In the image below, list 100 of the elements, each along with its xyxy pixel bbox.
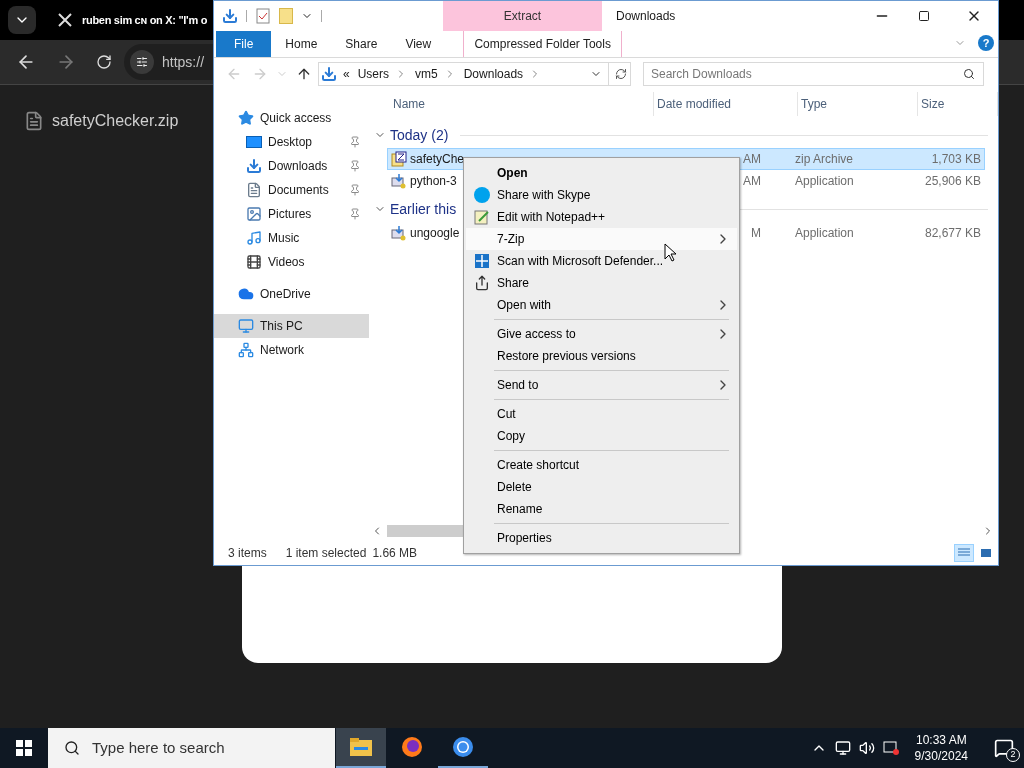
menu-item[interactable]: Create shortcut <box>466 454 737 476</box>
item-count: 3 items <box>228 545 267 562</box>
picture-icon <box>246 206 262 222</box>
menu-item[interactable]: Share <box>466 272 737 294</box>
file-type: Application <box>795 225 855 242</box>
shield-icon <box>473 253 490 269</box>
file-date: AM <box>743 151 761 168</box>
menu-item[interactable]: Properties <box>466 527 737 549</box>
pin-icon <box>349 136 361 148</box>
sidebar-item[interactable]: Network <box>214 338 369 362</box>
column-header[interactable]: Size <box>918 92 998 116</box>
reload-icon[interactable] <box>96 54 112 70</box>
file-name[interactable]: safetyChe <box>410 150 465 168</box>
pin-icon <box>349 208 361 220</box>
refresh-icon[interactable] <box>615 68 627 80</box>
menu-item[interactable]: Send to <box>466 374 737 396</box>
menu-item[interactable]: Restore previous versions <box>466 345 737 367</box>
menu-item[interactable]: Open with <box>466 294 737 316</box>
file-date: AM <box>743 173 761 190</box>
notification-button[interactable]: 2 <box>984 728 1024 768</box>
ribbon-tab[interactable]: View <box>391 31 446 57</box>
menu-item[interactable]: Rename <box>466 498 737 520</box>
pin-icon <box>349 184 361 196</box>
notepad-icon <box>473 209 490 225</box>
group-header[interactable]: Today (2) <box>390 124 449 146</box>
desktop-icon <box>246 136 262 148</box>
sidebar-item[interactable]: OneDrive <box>214 282 369 306</box>
file-name[interactable]: python-3 <box>410 172 457 190</box>
folder-icon <box>349 737 373 757</box>
file-name[interactable]: ungoogle <box>410 224 460 242</box>
sidebar-item[interactable]: Documents <box>214 178 369 202</box>
cloud-icon <box>238 286 254 302</box>
menu-item[interactable]: Cut <box>466 403 737 425</box>
menu-item[interactable]: 7-Zip <box>466 228 737 250</box>
sidebar-item[interactable]: Videos <box>214 250 369 274</box>
sidebar-item[interactable]: This PC <box>214 314 369 338</box>
properties-icon[interactable] <box>255 8 271 24</box>
installer-icon <box>391 225 407 241</box>
sidebar-item[interactable]: Downloads <box>214 154 369 178</box>
tab-list-button[interactable] <box>8 6 36 34</box>
document-icon <box>246 182 262 198</box>
breadcrumb-item[interactable]: Users <box>357 65 390 83</box>
film-icon <box>246 254 262 270</box>
pin-icon <box>349 160 361 172</box>
selection-count: 1 item selected <box>285 545 367 562</box>
selection-size: 1.66 MB <box>372 545 418 562</box>
star-icon <box>238 110 254 126</box>
music-note-icon <box>246 230 262 246</box>
file-type: zip Archive <box>795 151 855 168</box>
sidebar-item[interactable]: Desktop <box>214 130 369 154</box>
download-filename[interactable]: safetyChecker.zip <box>52 109 179 133</box>
download-icon <box>246 158 262 174</box>
breadcrumb-item[interactable]: vm5 <box>415 65 438 83</box>
menu-item[interactable]: Copy <box>466 425 737 447</box>
menu-item[interactable]: Delete <box>466 476 737 498</box>
browser-globe-icon <box>451 735 475 759</box>
sidebar-item[interactable]: Pictures <box>214 202 369 226</box>
column-header[interactable]: Date modified <box>654 92 798 116</box>
ribbon-tab[interactable]: File <box>216 31 272 57</box>
menu-item[interactable]: Give access to <box>466 323 737 345</box>
ribbon-tab[interactable]: Home <box>271 31 332 57</box>
breadcrumb-overflow[interactable]: « <box>343 65 350 83</box>
device-icon[interactable] <box>882 740 899 756</box>
taskbar-app[interactable] <box>336 728 386 768</box>
address-bar[interactable]: « Users vm5 Downloads <box>318 62 631 86</box>
search-icon <box>64 740 80 756</box>
windows-icon <box>16 740 32 756</box>
search-icon <box>963 68 975 80</box>
sidebar-item[interactable]: Music <box>214 226 369 250</box>
taskbar-search-field[interactable]: Type here to search <box>48 728 335 768</box>
download-icon <box>321 66 337 82</box>
tab-title[interactable]: ruben sim ᴄɴ on X: "I'm o <box>82 11 208 29</box>
site-info-icon[interactable] <box>136 56 148 68</box>
details-icon <box>958 548 970 558</box>
menu-item[interactable]: Scan with Microsoft Defender... <box>466 250 737 272</box>
ribbon-tab[interactable]: Compressed Folder Tools <box>463 31 623 57</box>
maximize-icon[interactable] <box>918 10 930 22</box>
download-icon[interactable] <box>222 8 238 24</box>
address-bar[interactable]: https:// <box>124 44 214 80</box>
menu-item[interactable]: Edit with Notepad++ <box>466 206 737 228</box>
volume-icon[interactable] <box>858 740 875 756</box>
search-field[interactable]: Search Downloads <box>643 62 984 86</box>
column-header[interactable]: Type <box>798 92 918 116</box>
large-icons-icon <box>980 548 992 558</box>
menu-item[interactable]: Share with Skype <box>466 184 737 206</box>
monitor-icon <box>238 318 254 334</box>
ribbon-tab[interactable]: Share <box>331 31 392 57</box>
file-type: Application <box>795 173 855 190</box>
file-date: M <box>751 225 761 242</box>
fox-globe-icon <box>400 735 424 759</box>
column-header[interactable]: Name <box>390 92 654 116</box>
up-icon[interactable] <box>296 66 312 82</box>
clock[interactable]: 10:33 AM 9/30/2024 <box>906 732 976 764</box>
group-header[interactable]: Earlier this <box>390 198 457 220</box>
mouse-cursor-icon <box>664 243 676 262</box>
breadcrumb-item[interactable]: Downloads <box>463 65 524 83</box>
menu-item[interactable]: Open <box>466 162 737 184</box>
help-icon[interactable]: ? <box>978 35 994 51</box>
sidebar-item[interactable]: Quick access <box>214 106 369 130</box>
zip-file-icon <box>391 151 407 167</box>
